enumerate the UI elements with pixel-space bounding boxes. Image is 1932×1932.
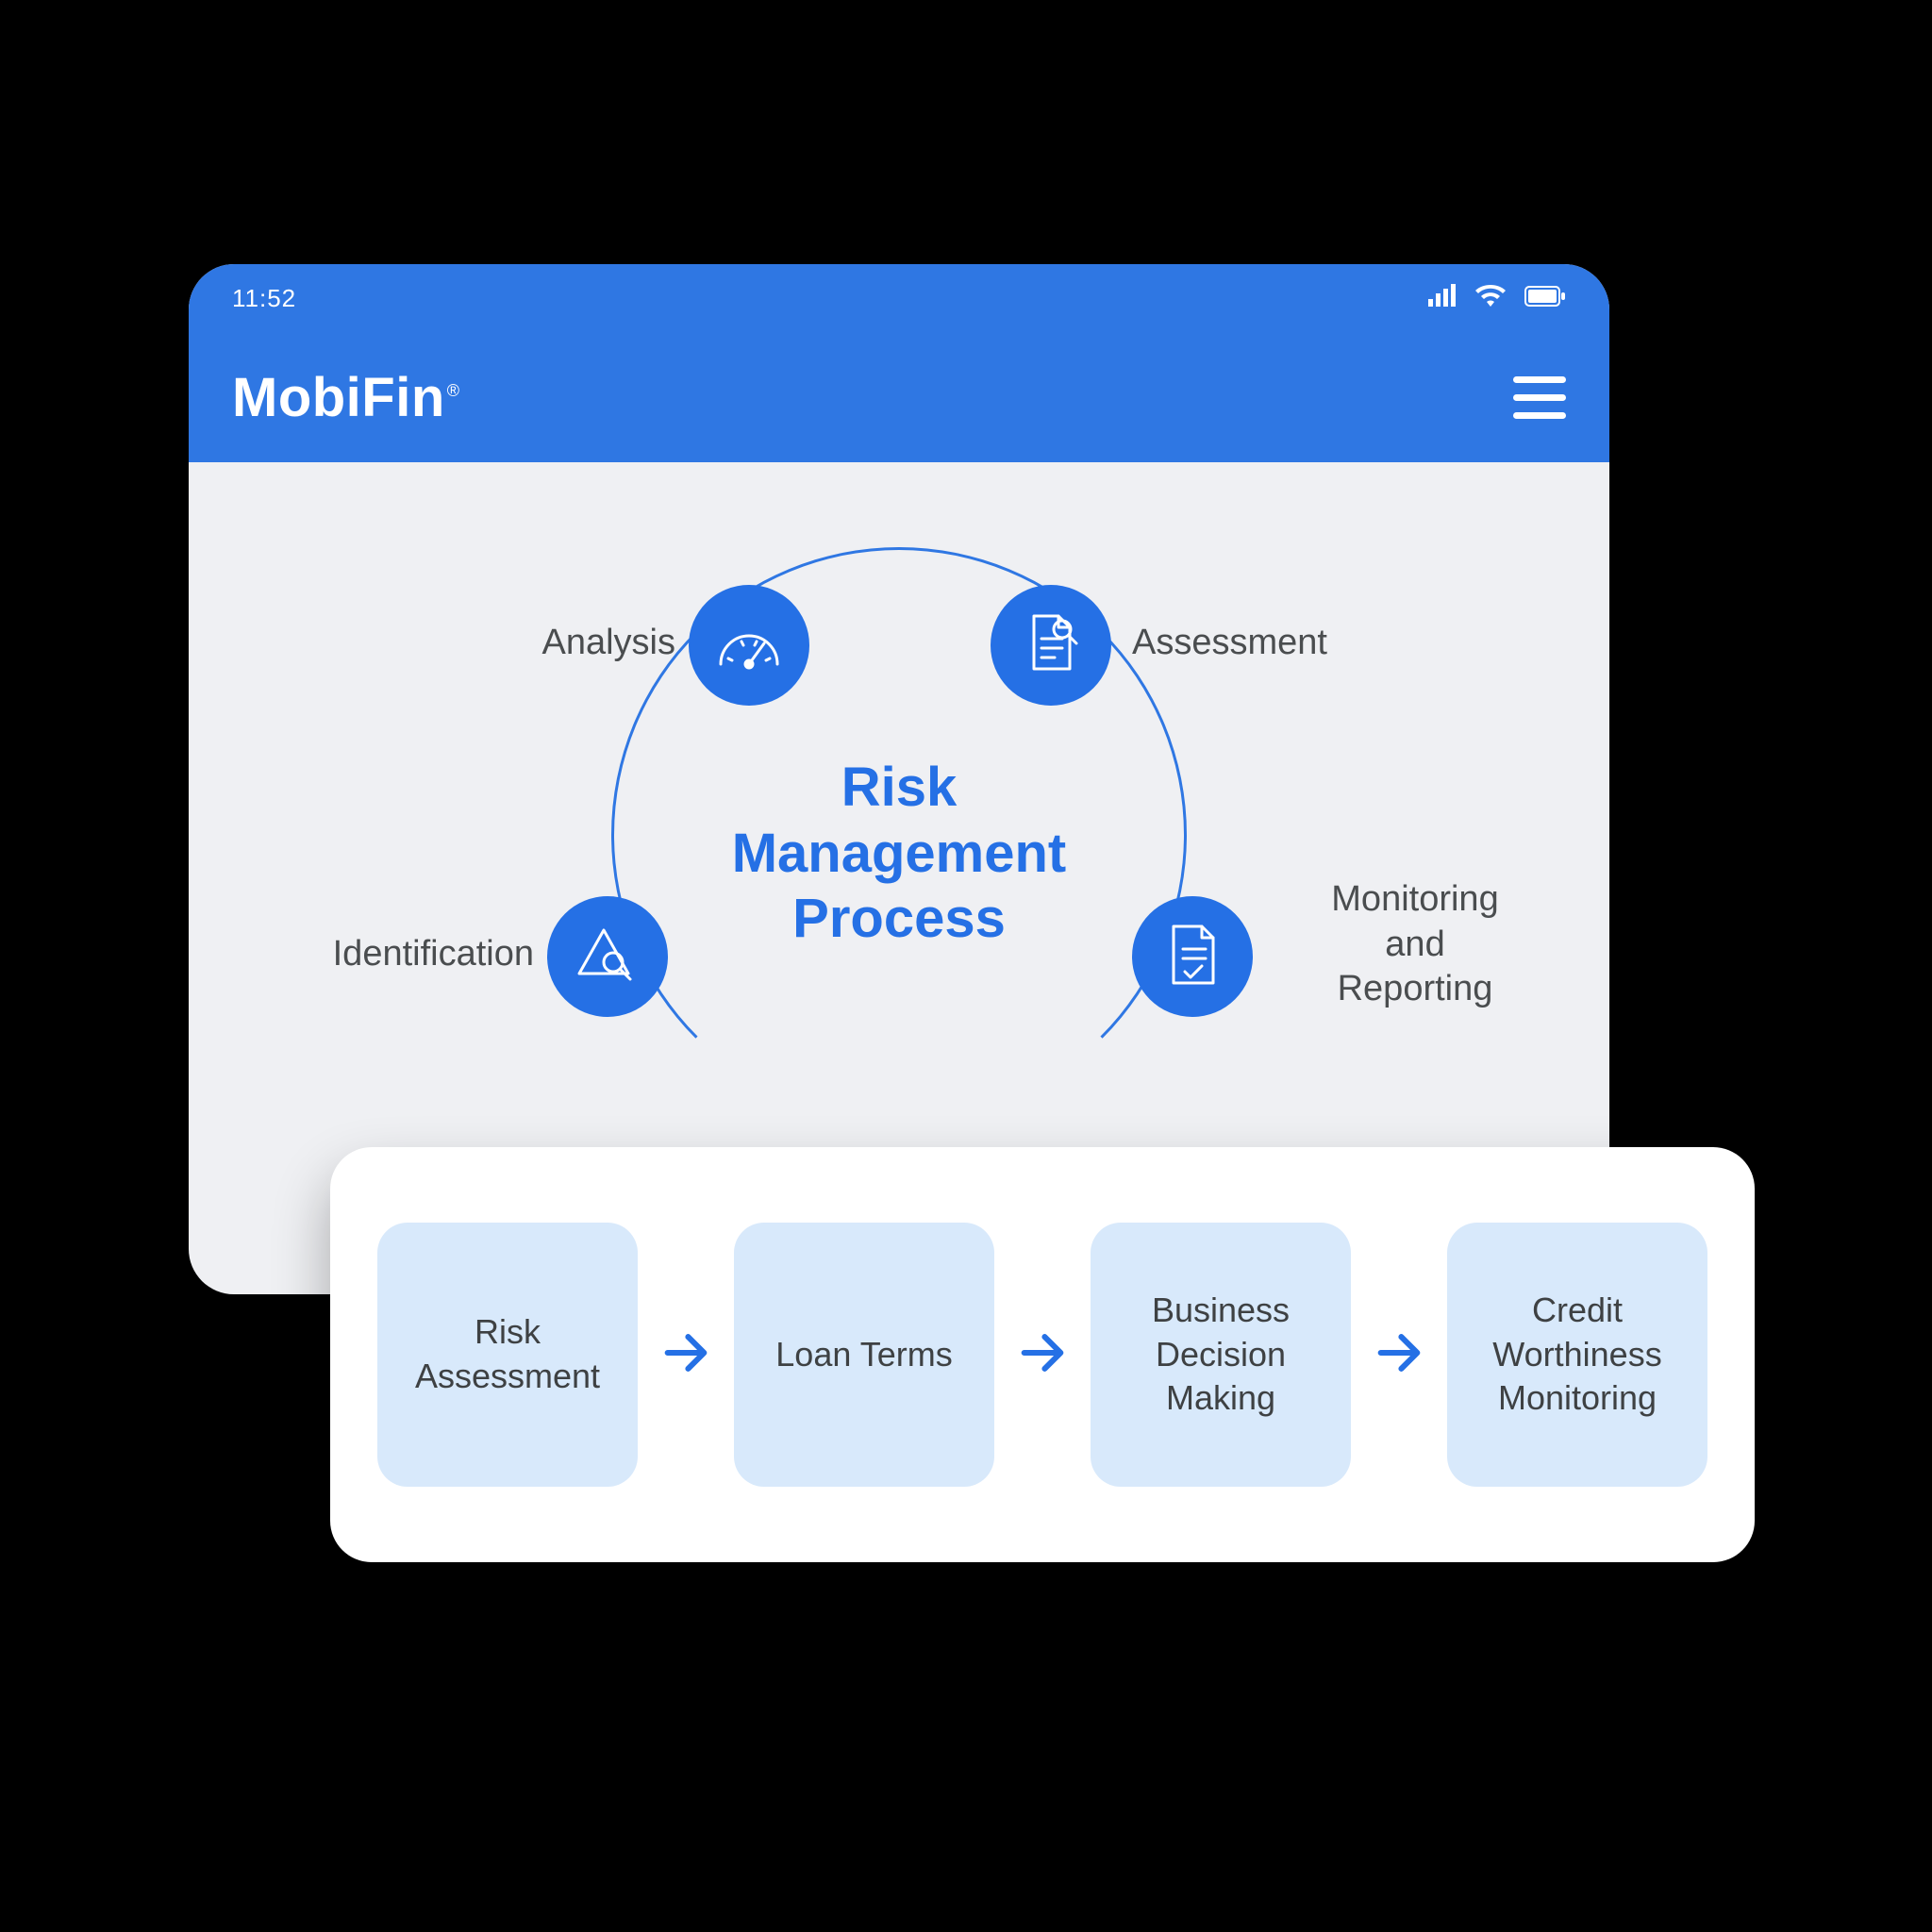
flow-step: Business Decision Making [1091,1223,1351,1487]
tablet-frame: 11:52 MobiFin® [189,264,1609,1294]
battery-icon [1524,284,1566,313]
arrow-right-icon [1372,1325,1426,1385]
title-line: Risk [673,755,1125,821]
menu-button[interactable] [1513,376,1566,419]
status-time: 11:52 [232,284,296,313]
wifi-icon [1475,284,1506,313]
appbar: MobiFin® [189,332,1609,462]
node-monitoring [1132,896,1253,1017]
flow-step: Risk Assessment [377,1223,638,1487]
gauge-icon [715,617,783,675]
diagram-title: Risk Management Process [673,755,1125,952]
arrow-right-icon [1015,1325,1070,1385]
doc-search-icon [1021,610,1081,681]
label-analysis: Analysis [472,621,675,666]
status-icons [1428,284,1566,313]
step-label: Risk Assessment [396,1310,619,1399]
node-assessment [991,585,1111,706]
node-analysis [689,585,809,706]
brand-name: MobiFin [232,367,445,428]
statusbar: 11:52 [189,264,1609,332]
label-assessment: Assessment [1132,621,1415,666]
step-label: Credit Worthiness Monitoring [1466,1289,1689,1421]
flow-step: Credit Worthiness Monitoring [1447,1223,1707,1487]
signal-icon [1428,284,1457,313]
label-identification: Identification [236,932,534,977]
title-line: Management [673,821,1125,887]
step-label: Loan Terms [775,1333,952,1377]
title-line: Process [673,886,1125,952]
node-identification [547,896,668,1017]
label-monitoring: Monitoring and Reporting [1274,877,1557,1012]
canvas: 11:52 MobiFin® [0,0,1932,1932]
flow-step: Loan Terms [734,1223,994,1487]
hamburger-icon [1513,412,1566,419]
brand-logo: MobiFin® [232,366,460,429]
registered-mark-icon: ® [447,381,460,400]
step-label: Business Decision Making [1109,1289,1332,1421]
flow-card: Risk Assessment Loan Terms Business Deci… [330,1147,1755,1562]
hamburger-icon [1513,376,1566,383]
hamburger-icon [1513,394,1566,401]
arrow-right-icon [658,1325,713,1385]
alert-search-icon [575,923,640,991]
doc-check-icon [1164,921,1221,993]
